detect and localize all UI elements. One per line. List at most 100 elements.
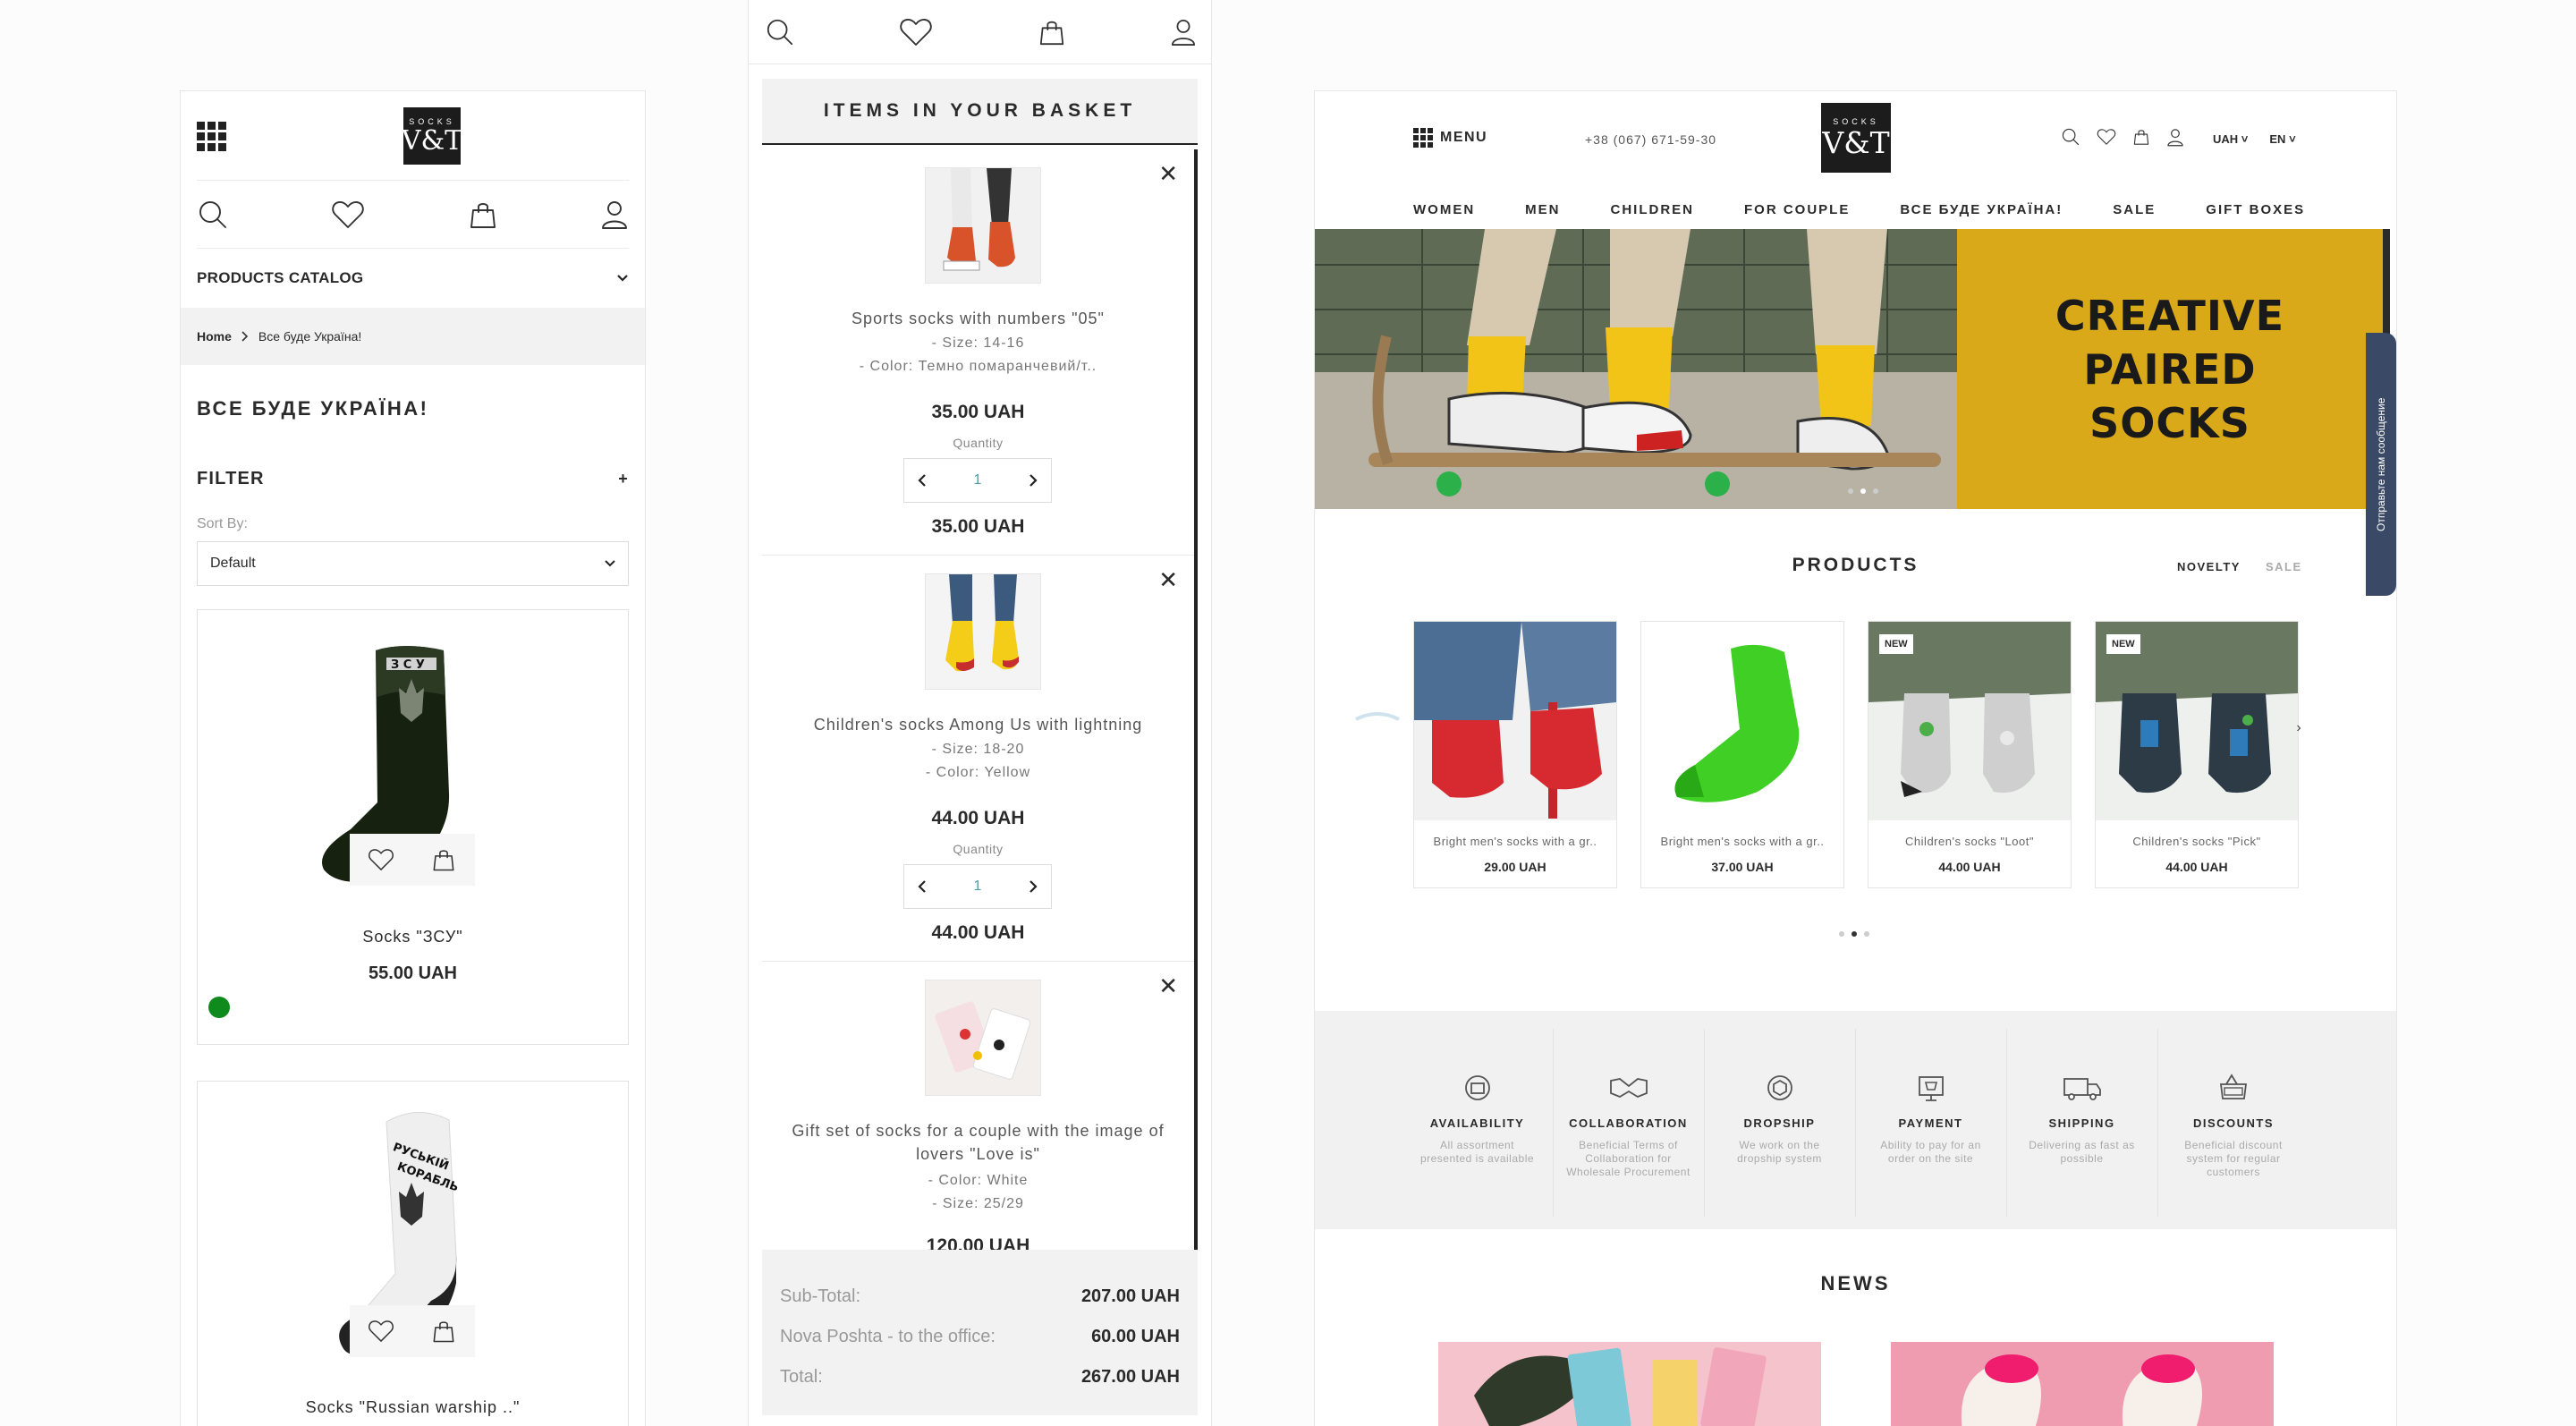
item-name[interactable]: Gift set of socks for a couple with the …	[771, 1119, 1185, 1166]
hero-dot[interactable]	[1873, 488, 1878, 494]
add-to-cart-button[interactable]	[412, 834, 475, 886]
chevron-right-icon[interactable]	[1028, 879, 1038, 894]
hero-banner[interactable]: CREATIVE PAIRED SOCKS	[1315, 229, 2390, 509]
advantage-title: COLLABORATION	[1569, 1116, 1688, 1130]
item-thumbnail[interactable]	[925, 167, 1041, 284]
item-name[interactable]: Sports socks with numbers "05"	[771, 307, 1185, 330]
nav-item-gift-boxes[interactable]: GIFT BOXES	[2206, 202, 2305, 217]
advantage-availability: AVAILABILITY All assortment presented is…	[1402, 1029, 1554, 1217]
total-value: 267.00 UAH	[1080, 1367, 1180, 1387]
product-image[interactable]	[1414, 622, 1616, 820]
carousel-dot[interactable]	[1864, 931, 1869, 937]
basket-items-list[interactable]: ✕ Sports socks with numbers "05" - Size:…	[762, 149, 1198, 1250]
shopping-bag-icon[interactable]	[1038, 17, 1066, 47]
tab-novelty[interactable]: NOVELTY	[2177, 560, 2241, 573]
hero-dot-active[interactable]	[1860, 488, 1866, 494]
product-image[interactable]	[1641, 622, 1843, 820]
advantage-payment: PAYMENT Ability to pay for an order on t…	[1856, 1029, 2007, 1217]
quantity-value[interactable]: 1	[974, 879, 982, 895]
loading-spinner-icon	[1355, 712, 1400, 721]
product-name[interactable]: Socks "ЗСУ"	[198, 928, 628, 946]
logo[interactable]: SOCKS V&T	[1821, 103, 1891, 173]
basket-icon-bar	[749, 0, 1211, 64]
logo[interactable]: SOCKS V&T	[402, 107, 462, 165]
advantages-section: AVAILABILITY All assortment presented is…	[1315, 1011, 2396, 1229]
menu-button[interactable]: MENU	[1413, 128, 1487, 148]
total-row: Total: 267.00 UAH	[780, 1357, 1180, 1397]
product-image[interactable]: NEW	[2096, 622, 2298, 820]
product-card[interactable]: Bright men's socks with a gr.. 37.00 UAH	[1640, 621, 1844, 888]
search-icon[interactable]	[765, 17, 795, 47]
add-to-wishlist-button[interactable]	[350, 1305, 412, 1357]
user-icon[interactable]	[2166, 128, 2184, 147]
remove-item-button[interactable]: ✕	[1158, 568, 1178, 591]
product-image[interactable]: NEW	[1868, 622, 2071, 820]
heart-icon[interactable]	[2097, 128, 2116, 146]
quantity-value[interactable]: 1	[974, 472, 982, 488]
heart-icon[interactable]	[899, 17, 933, 47]
item-thumbnail[interactable]	[925, 573, 1041, 690]
tab-sale[interactable]: SALE	[2266, 560, 2302, 573]
shopping-bag-icon[interactable]	[2132, 128, 2150, 146]
product-card[interactable]: NEW Children's socks "Loot" 44.00 UAH	[1868, 621, 2072, 888]
hero-line-1: CREATIVE	[2055, 291, 2285, 340]
product-name[interactable]: Bright men's socks with a gr..	[1647, 835, 1838, 848]
carousel-next-button[interactable]: ›	[2290, 719, 2308, 737]
search-icon[interactable]	[2061, 127, 2080, 147]
color-swatch[interactable]	[208, 997, 230, 1018]
carousel-dot-active[interactable]	[1852, 931, 1857, 937]
chevron-left-icon[interactable]	[917, 879, 928, 894]
news-image[interactable]	[1438, 1342, 1821, 1426]
breadcrumb-home[interactable]: Home	[197, 329, 232, 344]
sort-select[interactable]: Default	[197, 541, 629, 586]
chevron-right-icon[interactable]	[1028, 473, 1038, 488]
currency-select[interactable]: UAH ˅	[2213, 132, 2248, 146]
filter-toggle[interactable]: FILTER +	[181, 469, 645, 489]
user-icon[interactable]	[1170, 17, 1197, 47]
product-actions	[350, 834, 475, 886]
add-to-cart-button[interactable]	[412, 1305, 475, 1357]
product-tabs: NOVELTY SALE	[2177, 560, 2302, 573]
phone-number[interactable]: +38 (067) 671-59-30	[1585, 132, 1716, 147]
product-name[interactable]: Children's socks "Loot"	[1874, 835, 2065, 848]
item-color: - Color: Yellow	[925, 765, 1031, 780]
catalog-label: PRODUCTS CATALOG	[197, 269, 364, 286]
product-card[interactable]: РУСЬКІЙ КОРАБЛЬ Socks "Russian warship .…	[197, 1081, 629, 1426]
chevron-right-icon	[242, 331, 249, 342]
menu-grid-icon[interactable]	[197, 122, 226, 151]
remove-item-button[interactable]: ✕	[1158, 974, 1178, 997]
product-card[interactable]: З С У Socks "ЗСУ" 55.00 UAH	[197, 609, 629, 1045]
advantage-title: SHIPPING	[2048, 1116, 2115, 1130]
page-title: ВСЕ БУДЕ УКРАЇНА!	[197, 397, 429, 420]
carousel-dot[interactable]	[1839, 931, 1844, 937]
product-name[interactable]: Bright men's socks with a gr..	[1419, 835, 1611, 848]
nav-item-ukraine[interactable]: ВСЕ БУДЕ УКРАЇНА!	[1900, 202, 2063, 217]
news-image[interactable]	[1891, 1342, 2274, 1426]
nav-item-children[interactable]: CHILDREN	[1611, 202, 1695, 217]
nav-item-for-couple[interactable]: FOR COUPLE	[1744, 202, 1850, 217]
hero-dot[interactable]	[1848, 488, 1853, 494]
product-name[interactable]: Children's socks "Pick"	[2101, 835, 2292, 848]
nav-item-women[interactable]: WOMEN	[1413, 202, 1475, 217]
user-icon[interactable]	[600, 199, 629, 230]
product-card[interactable]: Bright men's socks with a gr.. 29.00 UAH	[1413, 621, 1617, 888]
product-name[interactable]: Socks "Russian warship .."	[198, 1398, 628, 1417]
advantage-desc: We work on the dropship system	[1737, 1139, 1822, 1165]
search-icon[interactable]	[197, 199, 229, 231]
nav-item-men[interactable]: MEN	[1525, 202, 1560, 217]
nav-item-sale[interactable]: SALE	[2113, 202, 2156, 217]
item-name[interactable]: Children's socks Among Us with lightning	[771, 713, 1185, 736]
add-to-wishlist-button[interactable]	[350, 834, 412, 886]
mobile-icon-bar	[197, 181, 629, 249]
product-card[interactable]: NEW Children's socks "Pick" 44.00 UAH	[2095, 621, 2299, 888]
quantity-stepper[interactable]: 1	[903, 864, 1052, 909]
item-thumbnail[interactable]	[925, 980, 1041, 1096]
remove-item-button[interactable]: ✕	[1158, 162, 1178, 185]
truck-icon	[2063, 1078, 2101, 1100]
heart-icon[interactable]	[331, 199, 365, 230]
language-select[interactable]: EN ˅	[2269, 132, 2295, 146]
products-catalog-toggle[interactable]: PRODUCTS CATALOG	[181, 249, 645, 308]
chevron-left-icon[interactable]	[917, 473, 928, 488]
quantity-stepper[interactable]: 1	[903, 458, 1052, 503]
shopping-bag-icon[interactable]	[468, 199, 498, 230]
